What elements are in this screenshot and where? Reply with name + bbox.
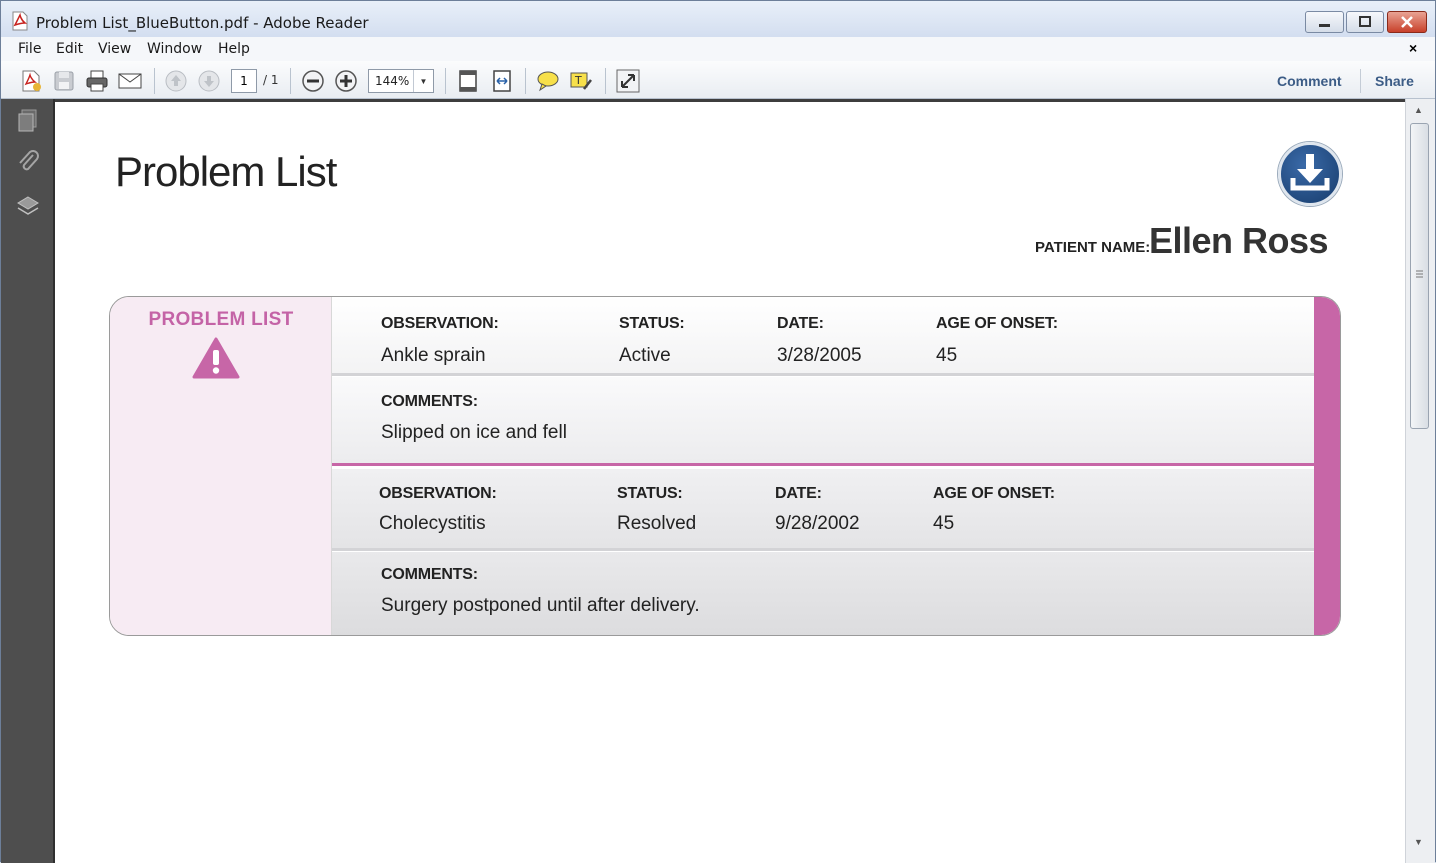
- patient-name-label: PATIENT NAME:: [1035, 239, 1151, 256]
- page-down-icon: [198, 70, 220, 92]
- observation-label: OBSERVATION:: [379, 485, 497, 502]
- grip-icon: [1416, 270, 1423, 278]
- age-value: 45: [936, 345, 958, 366]
- toolbar: 1 / 1 144% ▼ T Comment Share: [1, 61, 1435, 99]
- page-title: Problem List: [115, 148, 337, 195]
- save-icon: [54, 71, 74, 91]
- comments-label: COMMENTS:: [381, 393, 478, 410]
- status-value: Active: [619, 345, 671, 366]
- table-row: OBSERVATION: STATUS: DATE: AGE OF ONSET:…: [332, 297, 1314, 376]
- minimize-button[interactable]: [1305, 11, 1344, 33]
- problem-list-card: PROBLEM LIST OBSERVATION: STATUS: DATE: …: [109, 296, 1341, 636]
- page-up-icon: [165, 70, 187, 92]
- scroll-thumb[interactable]: [1410, 123, 1429, 429]
- warning-icon: [192, 337, 240, 379]
- save-button[interactable]: [52, 69, 76, 93]
- menu-bar: File Edit View Window Help ×: [1, 37, 1435, 61]
- table-row: COMMENTS: Slipped on ice and fell: [332, 377, 1314, 466]
- zoom-in-icon: [335, 70, 357, 92]
- scroll-up-arrow-icon[interactable]: ▲: [1414, 105, 1423, 115]
- zoom-select[interactable]: 144% ▼: [368, 69, 434, 93]
- fit-page-button[interactable]: [456, 69, 480, 93]
- patient-name: Ellen Ross: [1149, 220, 1329, 261]
- document-page: Problem List PATIENT NAME: Ellen Ross PR…: [55, 99, 1405, 863]
- observation-value: Cholecystitis: [379, 513, 486, 534]
- close-icon: [1401, 16, 1413, 28]
- status-label: STATUS:: [617, 485, 683, 502]
- age-label: AGE OF ONSET:: [933, 485, 1055, 502]
- age-value: 45: [933, 513, 955, 534]
- comments-value: Surgery postponed until after delivery.: [381, 595, 700, 616]
- svg-text:T: T: [574, 74, 582, 87]
- title-bar[interactable]: Problem List_BlueButton.pdf - Adobe Read…: [1, 1, 1435, 37]
- close-document-button[interactable]: ×: [1409, 40, 1417, 56]
- age-label: AGE OF ONSET:: [936, 315, 1058, 332]
- download-button[interactable]: [1278, 142, 1342, 206]
- scroll-down-arrow-icon[interactable]: ▼: [1414, 837, 1423, 847]
- fullscreen-button[interactable]: [616, 69, 640, 93]
- email-icon: [118, 73, 142, 89]
- attachment-icon[interactable]: [15, 149, 41, 175]
- status-value: Resolved: [617, 513, 697, 534]
- pages-icon[interactable]: [15, 107, 41, 133]
- create-pdf-icon: [22, 70, 41, 92]
- fit-page-icon: [459, 70, 477, 92]
- comment-bubble-icon: [537, 71, 559, 92]
- print-icon: [86, 70, 108, 92]
- previous-page-button[interactable]: [164, 69, 188, 93]
- accent-bar: [1314, 297, 1340, 635]
- comments-value: Slipped on ice and fell: [381, 422, 567, 443]
- print-button[interactable]: [85, 69, 109, 93]
- zoom-out-button[interactable]: [301, 69, 325, 93]
- page-total-label: / 1: [263, 73, 279, 87]
- comments-label: COMMENTS:: [381, 566, 478, 583]
- vertical-scrollbar[interactable]: ▲ ▼: [1405, 99, 1435, 863]
- section-header: PROBLEM LIST: [110, 297, 332, 635]
- date-label: DATE:: [775, 485, 822, 502]
- maximize-button[interactable]: [1346, 11, 1384, 33]
- fullscreen-icon: [616, 69, 640, 93]
- fit-width-icon: [493, 70, 511, 92]
- date-value: 9/28/2002: [775, 513, 860, 534]
- menu-edit[interactable]: Edit: [56, 41, 83, 57]
- zoom-value: 144%: [375, 74, 410, 88]
- window-title: Problem List_BlueButton.pdf - Adobe Read…: [36, 14, 369, 32]
- table-row: COMMENTS: Surgery postponed until after …: [332, 552, 1314, 635]
- menu-view[interactable]: View: [98, 41, 131, 57]
- observation-label: OBSERVATION:: [381, 315, 499, 332]
- menu-file[interactable]: File: [18, 41, 41, 57]
- date-value: 3/28/2005: [777, 345, 862, 366]
- date-label: DATE:: [777, 315, 824, 332]
- close-button[interactable]: [1387, 11, 1427, 33]
- next-page-button[interactable]: [197, 69, 221, 93]
- share-panel-link[interactable]: Share: [1375, 73, 1414, 89]
- status-label: STATUS:: [619, 315, 685, 332]
- highlight-icon: T: [570, 72, 592, 90]
- zoom-in-button[interactable]: [334, 69, 358, 93]
- section-title: PROBLEM LIST: [148, 309, 294, 330]
- restore-icon: [1359, 16, 1371, 27]
- observation-value: Ankle sprain: [381, 345, 486, 366]
- highlight-button[interactable]: T: [569, 69, 593, 93]
- fit-width-button[interactable]: [490, 69, 514, 93]
- navigation-pane: [1, 99, 55, 863]
- table-row: OBSERVATION: STATUS: DATE: AGE OF ONSET:…: [332, 469, 1314, 551]
- comment-panel-link[interactable]: Comment: [1277, 73, 1342, 89]
- download-icon: [1290, 154, 1330, 191]
- page-number-input[interactable]: 1: [231, 69, 257, 93]
- pdf-file-icon: [12, 11, 28, 31]
- menu-help[interactable]: Help: [218, 41, 250, 57]
- minimize-icon: [1319, 24, 1330, 27]
- email-button[interactable]: [118, 69, 142, 93]
- sticky-note-button[interactable]: [536, 69, 560, 93]
- zoom-out-icon: [302, 70, 324, 92]
- chevron-down-icon[interactable]: ▼: [413, 70, 433, 92]
- menu-window[interactable]: Window: [147, 41, 202, 57]
- layers-icon[interactable]: [15, 193, 41, 219]
- adobe-reader-window: Problem List_BlueButton.pdf - Adobe Read…: [0, 0, 1436, 863]
- create-pdf-button[interactable]: [19, 69, 43, 93]
